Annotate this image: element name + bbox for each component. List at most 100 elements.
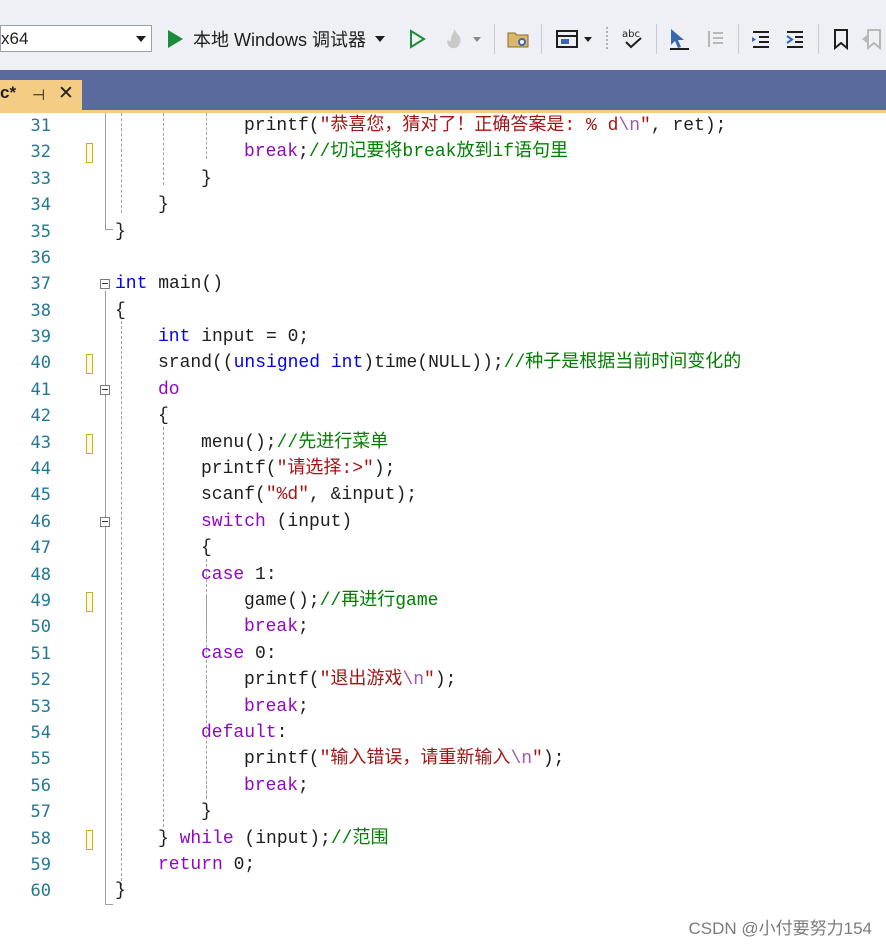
code-line-33: }: [201, 169, 212, 189]
platform-value: x64: [1, 29, 29, 48]
start-debugging-button[interactable]: 本地 Windows 调试器: [165, 23, 395, 55]
toolbar: x64 本地 Windows 调试器 abc: [0, 8, 886, 71]
bookmark-button[interactable]: [827, 23, 855, 55]
code-line-39: int input = 0;: [158, 327, 310, 347]
toolbar-grip[interactable]: [602, 23, 612, 55]
chevron-down-icon: [136, 36, 146, 42]
line-number: 53: [30, 697, 51, 717]
line-number: 45: [30, 485, 51, 505]
change-marker: [86, 830, 93, 850]
previous-bookmark-button[interactable]: [860, 23, 886, 55]
code-line-57: }: [201, 802, 212, 822]
code-line-51: case 0:: [201, 644, 277, 664]
collapse-switch-toggle[interactable]: [100, 517, 110, 527]
pin-icon[interactable]: ⊣: [32, 86, 45, 104]
watermark: CSDN @小付要努力154: [688, 919, 872, 938]
line-number: 46: [30, 512, 51, 532]
code-line-58: } while (input);//范围: [158, 829, 389, 849]
code-line-60: }: [115, 881, 126, 901]
editor-line: 41: [0, 377, 886, 404]
editor-line: 36: [0, 245, 886, 272]
line-number: 59: [30, 855, 51, 875]
editor-line: 47: [0, 535, 886, 562]
line-number: 37: [30, 274, 51, 294]
editor-line: 34: [0, 192, 886, 219]
window-layout-button[interactable]: [550, 23, 598, 55]
change-marker: [86, 143, 93, 163]
code-line-59: return 0;: [158, 855, 256, 875]
code-line-56: break;: [244, 776, 309, 796]
code-line-41: do: [158, 380, 180, 400]
code-line-52: printf("退出游戏\n");: [244, 670, 457, 690]
editor-line: 59: [0, 852, 886, 879]
editor-line: 43: [0, 430, 886, 457]
solution-explorer-button[interactable]: [503, 23, 533, 55]
line-number: 38: [30, 301, 51, 321]
code-line-50: break;: [244, 617, 309, 637]
code-line-38: {: [115, 301, 126, 321]
editor-line: 60: [0, 878, 886, 905]
change-marker: [86, 354, 93, 374]
document-tab[interactable]: c* ⊣ ✕: [0, 80, 82, 110]
code-line-43: menu();//先进行菜单: [201, 433, 389, 453]
close-icon[interactable]: ✕: [58, 82, 74, 105]
chevron-down-icon: [375, 36, 386, 42]
platform-combo[interactable]: x64: [0, 25, 152, 52]
code-line-46: switch (input): [201, 512, 353, 532]
play-outline-icon: [410, 29, 426, 49]
editor-line: 45: [0, 482, 886, 509]
line-number: 40: [30, 353, 51, 373]
line-number: 56: [30, 776, 51, 796]
bookmark-icon: [834, 29, 848, 50]
editor-line: 42: [0, 403, 886, 430]
line-number: 35: [30, 222, 51, 242]
document-tab-strip: c* ⊣ ✕: [0, 70, 886, 110]
menu-bar: [0, 0, 886, 8]
editor-line: 38: [0, 298, 886, 325]
indent-button[interactable]: [780, 23, 810, 55]
change-marker: [86, 592, 93, 612]
collapse-main-toggle[interactable]: [100, 279, 110, 289]
editor-line: 58: [0, 826, 886, 853]
line-number: 55: [30, 749, 51, 769]
line-number: 52: [30, 670, 51, 690]
editor-line: 46: [0, 509, 886, 536]
code-line-40: srand((unsigned int)time(NULL));//种子是根据当…: [158, 353, 742, 373]
format-button[interactable]: [700, 23, 730, 55]
format-disabled-icon: [708, 31, 723, 47]
code-line-32: break;//切记要将break放到if语句里: [244, 142, 569, 162]
line-number: 34: [30, 195, 51, 215]
spell-check-button[interactable]: abc: [618, 23, 648, 55]
line-number: 42: [30, 406, 51, 426]
editor-line: 35: [0, 219, 886, 246]
line-number: 32: [30, 142, 51, 162]
chevron-down-icon: [584, 37, 592, 42]
line-number: 57: [30, 802, 51, 822]
debug-target-label: 本地 Windows 调试器: [193, 30, 367, 50]
line-number: 54: [30, 723, 51, 743]
line-number: 43: [30, 433, 51, 453]
editor-line: 50: [0, 614, 886, 641]
line-number: 51: [30, 644, 51, 664]
code-line-47: {: [201, 538, 212, 558]
line-number: 41: [30, 380, 51, 400]
bookmark-prev-icon: [862, 29, 881, 50]
code-line-42: {: [158, 406, 169, 426]
editor-line: 53: [0, 694, 886, 721]
code-line-53: break;: [244, 697, 309, 717]
line-number: 58: [30, 829, 51, 849]
outdent-icon: [752, 31, 769, 48]
editor-line: 49: [0, 588, 886, 615]
start-without-debugging-button[interactable]: [404, 23, 430, 55]
play-icon: [168, 30, 183, 48]
svg-text:abc: abc: [622, 29, 640, 40]
outdent-button[interactable]: [746, 23, 776, 55]
editor-line: 33: [0, 166, 886, 193]
step-button[interactable]: [664, 23, 694, 55]
editor-line: 54: [0, 720, 886, 747]
line-number: 60: [30, 881, 51, 901]
hot-reload-button[interactable]: [440, 23, 484, 55]
code-editor[interactable]: 31 32 33 34 35 36 37 38 39 40 41 42 43 4…: [0, 113, 886, 945]
collapse-do-toggle[interactable]: [100, 385, 110, 395]
tab-title: c*: [0, 83, 17, 102]
